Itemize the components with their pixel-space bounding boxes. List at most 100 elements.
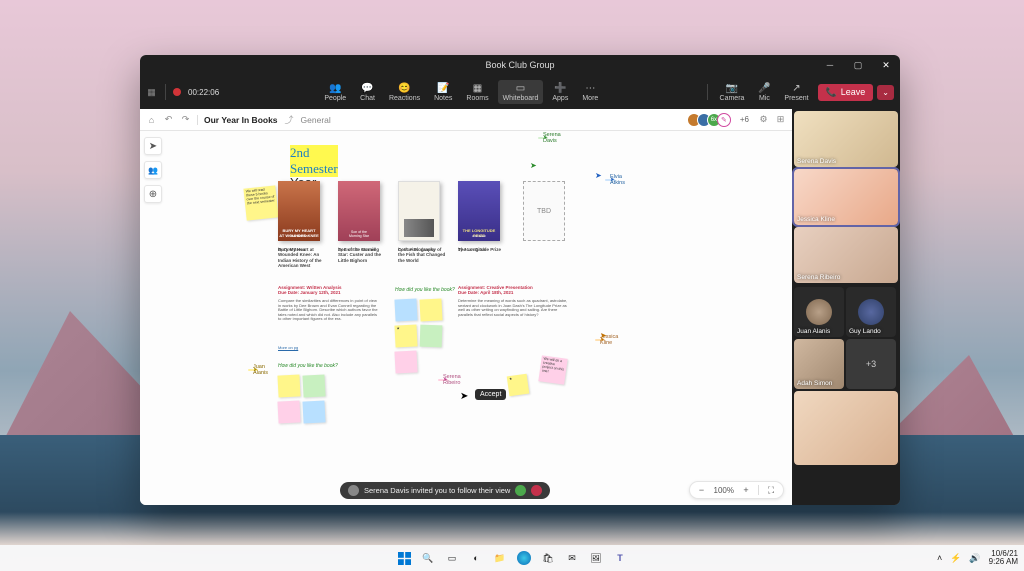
undo-icon[interactable]: ↶ [163, 114, 174, 125]
toolbar-notes-button[interactable]: 📝Notes [429, 80, 457, 104]
participant-tile[interactable]: Serena Ribeiro [794, 227, 898, 283]
board-title[interactable]: Our Year In Books [197, 115, 278, 125]
toolbar-present-button[interactable]: ↗Present [779, 80, 813, 104]
leave-dropdown-button[interactable]: ⌄ [877, 85, 894, 100]
leave-button[interactable]: 📞Leave [818, 84, 874, 101]
close-button[interactable]: ✕ [872, 55, 900, 75]
redo-icon[interactable]: ↷ [180, 114, 191, 125]
fit-screen-button[interactable]: ⛶ [765, 484, 777, 496]
toolbar-reactions-button[interactable]: 😊Reactions [384, 80, 425, 104]
participant-name: Guy Lando [849, 328, 881, 335]
participant-name: Juan Alanis [797, 328, 830, 335]
volume-icon[interactable]: 🔊 [969, 553, 980, 564]
sticky-note[interactable]: ★ [394, 324, 417, 347]
photos-icon[interactable]: 🖼 [589, 551, 603, 565]
search-icon[interactable]: 🔍 [421, 551, 435, 565]
participant-tile[interactable]: Jessica Kline [794, 169, 898, 225]
user-cursor-tag: ➤Juan Alanis [248, 369, 258, 371]
remote-cursor-icon: ➤ [595, 171, 602, 180]
participant-tile[interactable]: Serena Davis [794, 111, 898, 167]
teams-window: Book Club Group ─ ▢ ✕ ▦ 00:22:06 👥People… [140, 55, 900, 505]
toolbar-rooms-button[interactable]: ▦Rooms [461, 80, 493, 104]
gallery-layout-icon[interactable]: ▦ [146, 87, 157, 98]
teams-icon[interactable]: T [613, 551, 627, 565]
toolbar-people-button[interactable]: 👥People [319, 80, 351, 104]
participant-name: Serena Ribeiro [797, 274, 840, 281]
rooms-icon: ▦ [471, 82, 483, 94]
participant-name: Jessica Kline [797, 216, 835, 223]
assignment-1-head: Assignment: Written Analysis Due Date: J… [278, 285, 378, 295]
clock[interactable]: 10/6/21 9:26 AM [989, 550, 1018, 566]
sticky-note[interactable] [394, 350, 417, 373]
meeting-toolbar: ▦ 00:22:06 👥People💬Chat😊Reactions📝Notes▦… [140, 75, 900, 109]
sticky-note[interactable] [394, 298, 417, 321]
participant-avatars[interactable]: 6x ✎ [691, 113, 731, 127]
remote-cursor-icon: ➤ [600, 331, 607, 340]
toolbar-whiteboard-button[interactable]: ▭Whiteboard [498, 80, 544, 104]
sticky-note[interactable] [420, 325, 443, 348]
task-view-icon[interactable]: ▭ [445, 551, 459, 565]
whiteboard-breadcrumb: ⌂ ↶ ↷ Our Year In Books ⤴ General 6x ✎ +… [140, 109, 792, 131]
more-participants-button[interactable]: +3 [846, 339, 896, 389]
whiteboard-canvas[interactable]: ➤ 👥 ⊕ — Our Year, IN BOOKS — 2nd Semeste… [140, 131, 792, 505]
zoom-level: 100% [714, 486, 734, 495]
book-cover-2[interactable]: Son of theMorning Star [338, 181, 380, 241]
zoom-in-button[interactable]: + [740, 484, 752, 496]
decline-invite-button[interactable] [531, 485, 542, 496]
notes-icon: 📝 [437, 82, 449, 94]
maximize-button[interactable]: ▢ [844, 55, 872, 75]
accept-invite-button[interactable] [515, 485, 526, 496]
present-icon: ↗ [790, 82, 802, 94]
cursor-icon: ➤ [460, 391, 468, 402]
sticky-note[interactable] [302, 400, 325, 423]
toolbar-camera-button[interactable]: 📷Camera [715, 80, 750, 104]
sticky-note[interactable]: ★ [507, 374, 530, 397]
tray-chevron-icon[interactable]: ˄ [937, 553, 942, 563]
participant-tile-small[interactable]: Guy Lando [846, 287, 896, 337]
share-icon[interactable]: ⤴ [284, 114, 295, 125]
edge-icon[interactable] [517, 551, 531, 565]
settings-icon[interactable]: ⚙ [758, 114, 769, 125]
wifi-icon[interactable]: ⚡ [950, 553, 961, 564]
sticky-note[interactable] [277, 400, 300, 423]
channel-name[interactable]: General [301, 115, 331, 125]
toolbar-chat-button[interactable]: 💬Chat [355, 80, 380, 104]
minimize-button[interactable]: ─ [816, 55, 844, 75]
toolbar-more-button[interactable]: ⋯More [577, 80, 603, 104]
book-placeholder[interactable]: TBD [523, 181, 565, 241]
participant-tile-small[interactable]: Juan Alanis [794, 287, 844, 337]
participant-tile[interactable]: Adah Simon [794, 339, 844, 389]
book-cover-4[interactable]: THE LONGITUDE PRIZEJoan Dash [458, 181, 500, 241]
question-text-1: How did you like the book? [395, 287, 455, 293]
participant-tile-large[interactable] [794, 391, 898, 465]
store-icon[interactable]: 🛍 [541, 551, 555, 565]
home-icon[interactable]: ⌂ [146, 114, 157, 125]
assignment-2-head: Assignment: Creative Presentation Due Da… [458, 285, 568, 295]
zoom-out-button[interactable]: − [696, 484, 708, 496]
toolbar-apps-button[interactable]: ➕Apps [547, 80, 573, 104]
assignment-1-more[interactable]: More on pg [278, 345, 298, 350]
book-cover-1[interactable]: BURY MY HEARTAT WOUNDED KNEEDEE BROWN [278, 181, 320, 241]
sticky-note[interactable] [277, 374, 300, 397]
sticky-note[interactable] [419, 298, 442, 321]
explorer-icon[interactable]: 📁 [493, 551, 507, 565]
reactions-icon: 😊 [399, 82, 411, 94]
participant-name: Serena Davis [797, 158, 836, 165]
overflow-count[interactable]: +6 [737, 115, 752, 124]
windows-taskbar: 🔍 ▭ ◐ 📁 🛍 ✉ 🖼 T ˄ ⚡ 🔊 10/6/21 9:26 AM [0, 545, 1024, 571]
mail-icon[interactable]: ✉ [565, 551, 579, 565]
book-cover-3[interactable]: codMark Kurlansky [398, 181, 440, 241]
toolbar-mic-button[interactable]: 🎤Mic [753, 80, 775, 104]
window-title: Book Club Group [485, 60, 554, 70]
start-button[interactable] [397, 551, 411, 565]
question-text-2: How did you like the book? [278, 363, 338, 369]
titlebar: Book Club Group ─ ▢ ✕ [140, 55, 900, 75]
widgets-icon[interactable]: ◐ [469, 551, 483, 565]
sticky-note[interactable]: We will read these 5 books over the cour… [243, 185, 278, 220]
assignment-1-body: Compare the similarities and differences… [278, 299, 378, 322]
sticky-note[interactable]: We will do a creative project on this on… [538, 355, 567, 384]
assignment-2-body: Determine the meaning of words such as q… [458, 299, 568, 317]
user-cursor-tag: ➤Serena Davis [538, 137, 548, 139]
sticky-note[interactable] [302, 374, 325, 397]
board-menu-icon[interactable]: ⊞ [775, 114, 786, 125]
